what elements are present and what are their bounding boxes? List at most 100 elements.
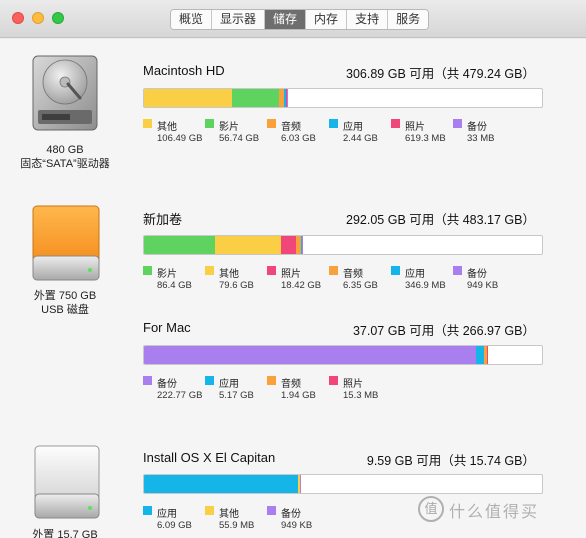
legend-label: 照片: [281, 269, 301, 280]
legend-label: 其他: [219, 509, 239, 520]
legend-size: 79.6 GB: [219, 280, 254, 291]
usage-segment-other: [144, 89, 232, 107]
usage-segment-backups: [302, 236, 303, 254]
legend-label: 其他: [219, 269, 239, 280]
usage-segment-backups: [287, 89, 288, 107]
legend-label: 音频: [281, 122, 301, 133]
volume-summary: 37.07 GB 可用（共 266.97 GB）: [352, 324, 535, 338]
drive-3-caption: 外置 15.7 GB: [10, 528, 120, 538]
legend-size: 222.77 GB: [157, 390, 203, 401]
usage-segment-photos: [487, 346, 488, 364]
legend-label: 影片: [219, 122, 239, 133]
legend-swatch: [143, 266, 152, 275]
legend-size: 6.35 GB: [343, 280, 378, 291]
legend-size: 55.9 MB: [219, 520, 255, 531]
external-drive-icon: [34, 445, 100, 519]
tab-storage[interactable]: 储存: [264, 10, 306, 29]
legend-size: 619.3 MB: [405, 133, 446, 144]
legend-size: 1.94 GB: [281, 390, 316, 401]
volume-name: Install OS X El Capitan: [143, 450, 276, 465]
legend-size: 6.09 GB: [157, 520, 192, 531]
drive-1-type: 固态“SATA”驱动器: [20, 158, 110, 170]
tab-displays[interactable]: 显示器: [211, 10, 265, 29]
legend-swatch: [143, 506, 152, 515]
volume-summary: 306.89 GB 可用（共 479.24 GB）: [346, 67, 535, 81]
volume-name: For Mac: [143, 320, 191, 335]
legend-size: 15.3 MB: [343, 390, 379, 401]
tab-service[interactable]: 服务: [387, 10, 429, 29]
drive-2-caption: 外置 750 GB USB 磁盘: [10, 289, 120, 317]
usage-segment-photos: [281, 236, 296, 254]
legend-label: 应用: [405, 269, 425, 280]
usage-bar: [143, 474, 543, 494]
legend-swatch: [329, 119, 338, 128]
legend-size: 86.4 GB: [157, 280, 192, 291]
tab-overview[interactable]: 概览: [171, 10, 212, 29]
volume-summary: 9.59 GB 可用（共 15.74 GB）: [366, 454, 535, 468]
legend-swatch: [329, 266, 338, 275]
legend-swatch: [205, 506, 214, 515]
volume-name: 新加卷: [143, 212, 183, 227]
usage-bar: [143, 235, 543, 255]
legend-label: 备份: [467, 122, 487, 133]
usage-segment-movies: [144, 236, 215, 254]
legend-size: 6.03 GB: [281, 133, 316, 144]
legend-label: 音频: [343, 269, 363, 280]
legend-swatch: [267, 119, 276, 128]
legend-size: 346.9 MB: [405, 280, 446, 291]
legend-label: 应用: [157, 509, 177, 520]
drive-2-capacity: 外置 750 GB: [33, 290, 97, 302]
legend-swatch: [267, 376, 276, 385]
legend-swatch: [391, 119, 400, 128]
legend-label: 应用: [343, 122, 363, 133]
legend-label: 备份: [467, 269, 487, 280]
legend-label: 照片: [343, 379, 363, 390]
watermark-logo-icon: 值: [418, 496, 444, 522]
drive-1-capacity: 480 GB: [46, 144, 84, 156]
external-usb-drive-icon: [32, 205, 100, 281]
volume-summary: 292.05 GB 可用（共 483.17 GB）: [346, 213, 535, 227]
usage-bar: [143, 88, 543, 108]
drive-1-caption: 480 GB 固态“SATA”驱动器: [10, 143, 120, 171]
legend-label: 备份: [157, 379, 177, 390]
internal-hard-disk-icon: [32, 55, 98, 131]
zoom-window-button[interactable]: [52, 12, 64, 24]
legend-label: 应用: [219, 379, 239, 390]
legend-label: 备份: [281, 509, 301, 520]
drive-3-capacity: 外置 15.7 GB: [32, 529, 98, 538]
legend-swatch: [267, 266, 276, 275]
legend-size: 949 KB: [281, 520, 313, 531]
close-window-button[interactable]: [12, 12, 24, 24]
legend-swatch: [329, 376, 338, 385]
volume-name: Macintosh HD: [143, 63, 225, 78]
usage-bar: [143, 345, 543, 365]
usage-segment-apps: [144, 475, 298, 493]
legend-swatch: [453, 119, 462, 128]
legend-size: 33 MB: [467, 133, 495, 144]
legend-swatch: [205, 376, 214, 385]
legend-size: 106.49 GB: [157, 133, 203, 144]
legend-size: 56.74 GB: [219, 133, 260, 144]
watermark-text: 什么值得买: [449, 504, 540, 521]
tab-memory[interactable]: 内存: [305, 10, 347, 29]
minimize-window-button[interactable]: [32, 12, 44, 24]
usage-segment-backups: [144, 346, 476, 364]
usage-segment-backups: [300, 475, 301, 493]
legend-swatch: [453, 266, 462, 275]
legend-swatch: [143, 119, 152, 128]
legend-size: 18.42 GB: [281, 280, 322, 291]
tab-support[interactable]: 支持: [346, 10, 388, 29]
legend-swatch: [205, 119, 214, 128]
legend-label: 影片: [157, 269, 177, 280]
drive-2-type: USB 磁盘: [41, 304, 89, 316]
legend-label: 照片: [405, 122, 425, 133]
legend-size: 5.17 GB: [219, 390, 254, 401]
tab-bar: 概览 显示器 储存 内存 支持 服务: [170, 9, 430, 30]
legend-swatch: [205, 266, 214, 275]
legend-size: 2.44 GB: [343, 133, 378, 144]
legend-swatch: [143, 376, 152, 385]
usage-segment-apps: [476, 346, 484, 364]
legend-swatch: [267, 506, 276, 515]
legend-swatch: [391, 266, 400, 275]
usage-segment-movies: [232, 89, 279, 107]
